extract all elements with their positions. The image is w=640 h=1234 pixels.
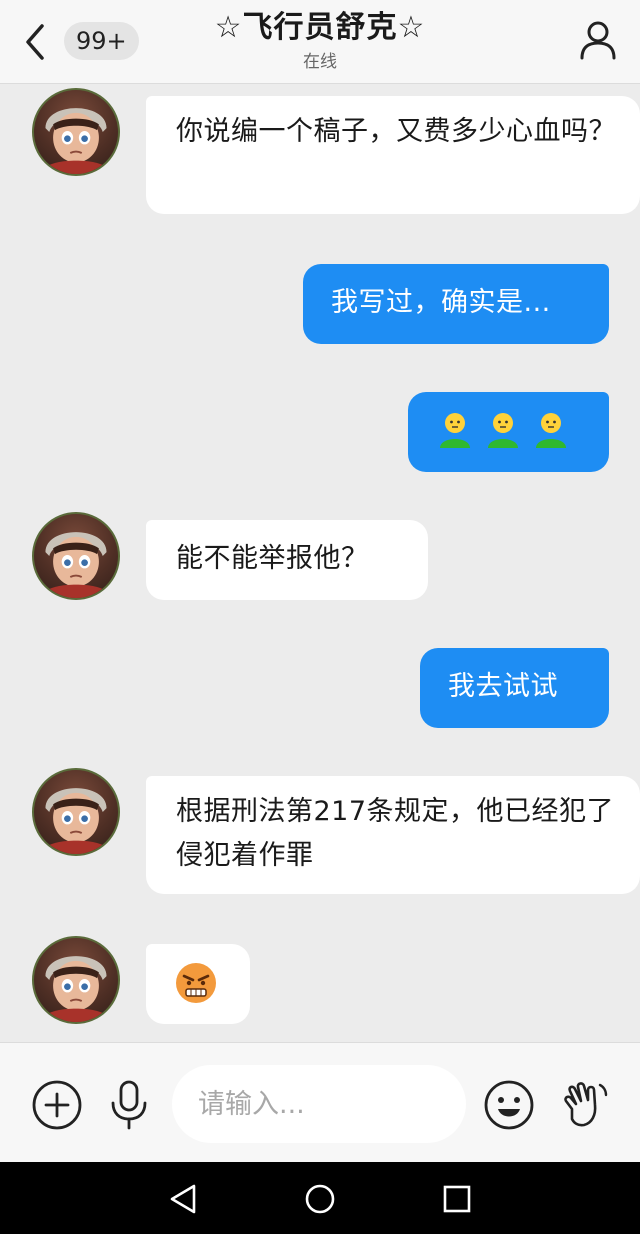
hand-wave-icon xyxy=(564,1082,608,1127)
plus-button[interactable] xyxy=(31,1079,83,1131)
smiley-icon xyxy=(484,1080,534,1130)
cartoon-pilot-avatar-icon xyxy=(45,108,107,174)
message-bubble-outgoing[interactable] xyxy=(408,392,609,472)
message-bubble-incoming[interactable]: 根据刑法第217条规定，他已经犯了侵犯着作罪 xyxy=(146,776,640,894)
green-person-emoji xyxy=(440,413,470,448)
message-text: 我去试试 xyxy=(448,671,558,702)
message-text: 根据刑法第217条规定，他已经犯了侵犯着作罪 xyxy=(176,796,615,871)
chevron-left-icon xyxy=(26,24,44,60)
input-bar xyxy=(0,1042,640,1162)
cartoon-pilot-avatar-icon xyxy=(45,788,107,854)
nav-home-button[interactable] xyxy=(303,1182,337,1216)
microphone-icon xyxy=(111,1080,147,1130)
unread-count-badge[interactable]: 99+ xyxy=(64,22,139,60)
chat-title-block: ☆飞行员舒克☆ 在线 xyxy=(160,8,480,74)
chat-title: ☆飞行员舒克☆ xyxy=(214,10,426,45)
chat-screen: 99+ ☆飞行员舒克☆ 在线 你说编一个稿子，又费多少心血吗？ 我写过，确实是.… xyxy=(0,0,640,1234)
person-icon xyxy=(580,21,616,60)
message-text: 能不能举报他？ xyxy=(176,543,369,574)
gesture-button[interactable] xyxy=(558,1075,614,1131)
emoji-button[interactable] xyxy=(483,1079,535,1131)
emoji-row xyxy=(434,409,583,453)
voice-button[interactable] xyxy=(103,1079,155,1131)
online-status: 在线 xyxy=(303,52,337,72)
message-input[interactable] xyxy=(172,1065,466,1143)
message-bubble-incoming[interactable]: 你说编一个稿子，又费多少心血吗？ xyxy=(146,96,640,214)
contact-avatar[interactable] xyxy=(32,88,120,176)
nav-back-button[interactable] xyxy=(166,1182,200,1216)
back-button[interactable] xyxy=(18,20,54,64)
message-bubble-outgoing[interactable]: 我写过，确实是... xyxy=(303,264,609,344)
chat-header: 99+ ☆飞行员舒克☆ 在线 xyxy=(0,0,640,84)
message-bubble-incoming[interactable]: 能不能举报他？ xyxy=(146,520,428,600)
message-text: 我写过，确实是... xyxy=(331,287,551,318)
contact-avatar[interactable] xyxy=(32,936,120,1024)
message-bubble-outgoing[interactable]: 我去试试 xyxy=(420,648,609,728)
profile-button[interactable] xyxy=(574,16,622,64)
circle-home-icon xyxy=(305,1184,335,1214)
green-person-emoji xyxy=(536,413,566,448)
contact-avatar[interactable] xyxy=(32,512,120,600)
cartoon-pilot-avatar-icon xyxy=(45,956,107,1022)
angry-face-emoji xyxy=(176,963,216,1003)
plus-circle-icon xyxy=(32,1080,82,1130)
cartoon-pilot-avatar-icon xyxy=(45,532,107,598)
contact-avatar[interactable] xyxy=(32,768,120,856)
square-recents-icon xyxy=(443,1185,471,1213)
message-text: 你说编一个稿子，又费多少心血吗？ xyxy=(176,116,616,147)
message-bubble-incoming[interactable] xyxy=(146,944,250,1024)
green-person-emoji xyxy=(488,413,518,448)
triangle-back-icon xyxy=(170,1184,196,1214)
nav-recents-button[interactable] xyxy=(440,1182,474,1216)
system-nav-bar xyxy=(0,1162,640,1234)
